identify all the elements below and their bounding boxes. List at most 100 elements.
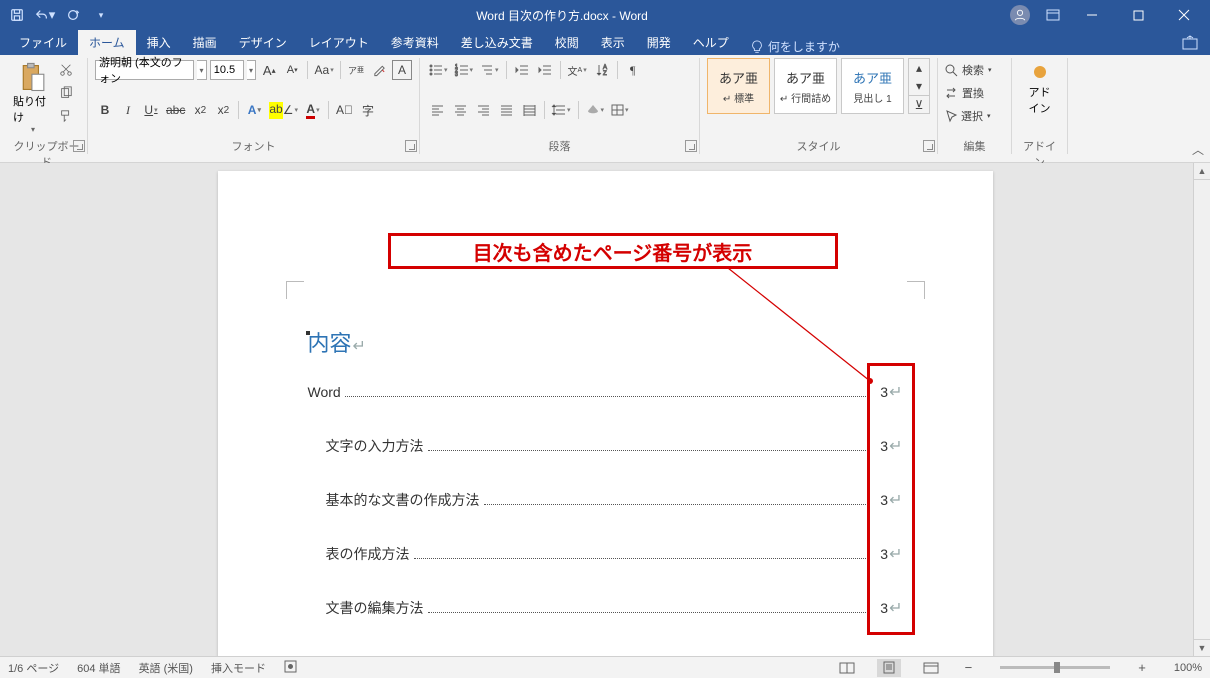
maximize-button[interactable] [1116,1,1160,29]
show-marks-icon[interactable]: ¶ [623,60,643,80]
paste-button[interactable]: 貼り付け ▾ [13,58,53,134]
styles-gallery-more-icon[interactable]: ⊻ [909,95,929,113]
styles-row-up-icon[interactable]: ▴ [909,59,929,77]
tab-review[interactable]: 校閲 [544,30,590,55]
replace-button[interactable]: 置換 [945,83,1004,103]
zoom-level[interactable]: 100% [1174,662,1202,674]
ribbon-display-options-icon[interactable] [1038,1,1068,29]
toc-entry: 文字の入力方法3↵ [308,436,903,456]
scroll-up-icon[interactable]: ▲ [1194,163,1210,180]
align-right-icon[interactable] [473,100,493,120]
tab-references[interactable]: 参考資料 [380,30,450,55]
subscript-button[interactable]: x2 [190,100,210,120]
font-size-select[interactable]: 10.5 [210,60,244,80]
style-heading1[interactable]: あア亜見出し 1 [841,58,904,114]
status-insert-mode[interactable]: 挿入モード [211,660,266,676]
shrink-font-icon[interactable]: A▾ [282,60,302,80]
superscript-button[interactable]: x2 [213,100,233,120]
find-button[interactable]: 検索▾ [945,60,1004,80]
tab-layout[interactable]: レイアウト [298,30,380,55]
font-color-icon[interactable]: A▾ [303,100,323,120]
addins-label: アドイン [1019,138,1060,154]
phonetic-guide-icon[interactable]: ア亜 [346,60,366,80]
web-layout-icon[interactable] [919,659,943,677]
change-case-icon[interactable]: Aa▾ [313,60,335,80]
close-button[interactable] [1162,1,1206,29]
zoom-out-button[interactable]: − [961,660,977,675]
style-normal[interactable]: あア亜↵ 標準 [707,58,770,114]
scroll-down-icon[interactable]: ▼ [1194,639,1210,656]
status-words[interactable]: 604 単語 [77,660,120,676]
tab-file[interactable]: ファイル [8,30,78,55]
font-family-dd[interactable]: ▾ [197,60,206,80]
sort-icon[interactable]: AZ [592,60,612,80]
enclose-char-icon[interactable]: 字 [358,100,378,120]
text-effects-icon[interactable]: A▾ [244,100,264,120]
zoom-in-button[interactable]: + [1134,660,1150,675]
zoom-slider[interactable] [1000,666,1110,669]
macro-record-icon[interactable] [284,660,297,676]
undo-icon[interactable]: ▾ [32,2,58,28]
styles-row-down-icon[interactable]: ▾ [909,77,929,95]
font-family-select[interactable]: 游明朝 (本文のフォン [95,60,194,80]
print-layout-icon[interactable] [877,659,901,677]
paste-label: 貼り付け [13,93,53,125]
cut-icon[interactable] [56,60,76,80]
style-no-spacing[interactable]: あア亜↵ 行間詰め [774,58,837,114]
decrease-indent-icon[interactable] [512,60,532,80]
font-size-dd[interactable]: ▾ [247,60,256,80]
text-direction-icon[interactable]: 文A▾ [566,60,589,80]
page[interactable]: 目次も含めたページ番号が表示 内容↵ Word3↵ 文字の入力方法3↵ 基本的な… [218,171,993,656]
select-button[interactable]: 選択▾ [945,106,1004,126]
line-spacing-icon[interactable]: ▾ [550,100,573,120]
tab-home[interactable]: ホーム [78,30,136,55]
justify-icon[interactable] [496,100,516,120]
user-avatar-icon[interactable] [1010,5,1030,25]
tab-mailings[interactable]: 差し込み文書 [450,30,544,55]
format-painter-icon[interactable] [56,106,76,126]
highlight-icon[interactable]: ab∠▾ [267,100,300,120]
shading-icon[interactable]: ▾ [584,100,607,120]
paragraph-launcher-icon[interactable] [685,140,697,152]
save-icon[interactable] [4,2,30,28]
char-shading-icon[interactable]: A⃝ [334,100,355,120]
status-page[interactable]: 1/6 ページ [8,660,59,676]
clear-formatting-icon[interactable] [369,60,389,80]
italic-button[interactable]: I [118,100,138,120]
tab-developer[interactable]: 開発 [636,30,682,55]
distributed-icon[interactable] [519,100,539,120]
bullets-icon[interactable]: ▾ [427,60,450,80]
ribbon: 貼り付け ▾ クリップボード 游明朝 (本文のフォン▾ 10.5▾ A▴ A▾ … [0,55,1210,163]
redo-icon[interactable] [60,2,86,28]
underline-button[interactable]: U▾ [141,100,161,120]
multilevel-list-icon[interactable]: ▾ [478,60,501,80]
tell-me[interactable]: 何をしますか [750,38,840,55]
vertical-scrollbar[interactable]: ▲ ▼ [1193,163,1210,656]
share-button[interactable] [1170,31,1210,55]
font-launcher-icon[interactable] [405,140,417,152]
align-left-icon[interactable] [427,100,447,120]
tab-help[interactable]: ヘルプ [682,30,740,55]
tab-view[interactable]: 表示 [590,30,636,55]
addins-button[interactable]: アド イン [1019,58,1060,116]
tab-insert[interactable]: 挿入 [136,30,182,55]
clipboard-launcher-icon[interactable] [73,140,85,152]
read-mode-icon[interactable] [835,659,859,677]
copy-icon[interactable] [56,83,76,103]
strikethrough-button[interactable]: abc [164,100,187,120]
status-language[interactable]: 英語 (米国) [139,660,193,676]
collapse-ribbon-icon[interactable]: ︿ [1192,141,1204,158]
numbering-icon[interactable]: 123▾ [453,60,476,80]
grow-font-icon[interactable]: A▴ [259,60,279,80]
tab-design[interactable]: デザイン [228,30,298,55]
borders-icon[interactable]: ▾ [609,100,631,120]
minimize-button[interactable] [1070,1,1114,29]
increase-indent-icon[interactable] [535,60,555,80]
document-body[interactable]: 内容↵ Word3↵ 文字の入力方法3↵ 基本的な文書の作成方法3↵ 表の作成方… [308,326,903,652]
styles-launcher-icon[interactable] [923,140,935,152]
char-border-icon[interactable]: A [392,60,412,80]
bold-button[interactable]: B [95,100,115,120]
align-center-icon[interactable] [450,100,470,120]
qat-customize-icon[interactable]: ▾ [88,2,114,28]
tab-draw[interactable]: 描画 [182,30,228,55]
